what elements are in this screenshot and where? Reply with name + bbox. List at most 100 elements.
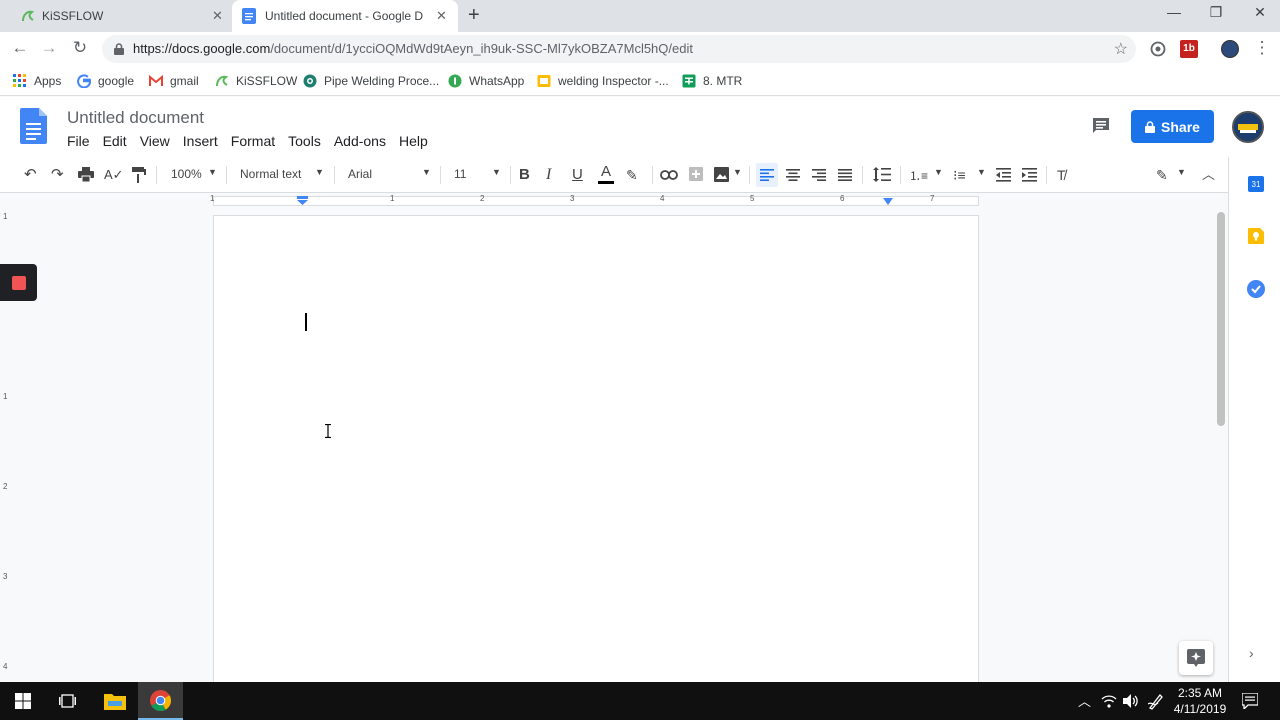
chevron-down-icon[interactable]: ▼ [1177,167,1186,177]
bookmark-apps[interactable]: Apps [13,72,61,90]
back-button[interactable]: ← [10,38,30,58]
menu-addons[interactable]: Add-ons [334,133,386,149]
text-color-button[interactable]: A [598,163,614,184]
undo-icon[interactable]: ↶ [24,166,37,184]
chevron-down-icon[interactable]: ▼ [977,167,986,177]
bulleted-list-icon[interactable]: ⁝≡ [953,166,966,184]
bookmark-mtr[interactable]: 8. MTR [682,72,742,90]
chevron-down-icon[interactable]: ▼ [208,167,217,177]
left-indent-marker-icon[interactable] [297,196,308,205]
windows-start-icon[interactable] [15,693,31,709]
menu-edit[interactable]: Edit [103,133,127,149]
calendar-icon[interactable]: 31 [1248,176,1264,192]
zoom-select[interactable]: 100% [171,167,202,181]
account-avatar[interactable] [1232,111,1264,143]
bookmark-star-icon[interactable]: ☆ [1114,39,1128,59]
align-left-button[interactable] [756,163,778,187]
ruler-number: 3 [3,572,8,581]
bookmark-kissflow[interactable]: KiSSFLOW [215,72,297,90]
chevron-down-icon[interactable]: ▼ [492,167,501,177]
link-icon[interactable] [660,170,678,180]
avatar-image [1234,113,1262,141]
highlight-color-icon[interactable]: ✎ [626,166,638,184]
wifi-icon[interactable] [1101,694,1117,708]
bookmark-gmail[interactable]: gmail [149,72,199,90]
task-view-icon[interactable] [59,693,76,709]
menu-file[interactable]: File [67,133,90,149]
notifications-icon[interactable] [1242,693,1258,709]
document-page[interactable] [213,215,979,685]
scrollbar-thumb[interactable] [1217,212,1225,426]
bookmark-pipe-welding[interactable]: Pipe Welding Proce... [303,72,439,90]
tasks-icon[interactable] [1247,280,1265,298]
numbered-list-icon[interactable]: ⒈≡ [909,167,928,185]
forward-button[interactable]: → [39,38,59,58]
pen-ink-icon[interactable] [1148,692,1164,710]
menu-tools[interactable]: Tools [288,133,321,149]
redo-icon[interactable]: ↷ [51,166,64,184]
italic-button[interactable]: I [546,166,551,184]
tab-kissflow[interactable]: KiSSFLOW ✕ [8,0,232,32]
line-spacing-icon[interactable] [873,167,891,182]
chevron-down-icon[interactable]: ▼ [315,167,324,177]
spellcheck-icon[interactable]: A✓ [104,166,124,184]
menu-view[interactable]: View [140,133,170,149]
address-bar[interactable]: https://docs.google.com/document/d/1ycci… [102,35,1136,63]
decrease-indent-icon[interactable] [996,168,1011,182]
bookmark-google[interactable]: google [77,72,134,90]
show-hidden-icons-icon[interactable]: ︿ [1078,691,1091,710]
keep-icon[interactable] [1248,228,1264,244]
chevron-down-icon[interactable]: ▼ [934,167,943,177]
close-tab-icon[interactable]: ✕ [212,8,223,24]
insert-image-icon[interactable] [714,167,729,182]
right-indent-marker-icon[interactable] [883,198,893,205]
expand-side-panel-icon[interactable]: › [1249,645,1254,661]
tab-google-docs[interactable]: Untitled document - Google Docs ✕ [232,0,458,32]
chrome-taskbar-button[interactable] [138,682,183,720]
align-center-icon[interactable] [786,169,800,181]
share-button[interactable]: Share [1131,110,1214,143]
add-comment-icon[interactable] [689,167,703,181]
extension-1b-icon[interactable]: 1b [1180,40,1198,58]
chevron-down-icon[interactable]: ▼ [733,167,742,177]
close-window-icon[interactable]: ✕ [1250,4,1270,21]
font-size-select[interactable]: 11 [454,167,466,181]
taskbar-clock[interactable]: 2:35 AM 4/11/2019 [1167,685,1233,717]
editing-mode-icon[interactable]: ✎ [1156,166,1168,184]
restore-icon[interactable]: ❐ [1206,4,1226,21]
style-select[interactable]: Normal text [240,167,301,181]
chevron-down-icon[interactable]: ▼ [422,167,431,177]
reload-button[interactable]: ↻ [70,38,90,58]
print-icon[interactable] [78,167,94,182]
explore-button[interactable] [1179,641,1213,675]
close-tab-icon[interactable]: ✕ [436,8,447,24]
menu-format[interactable]: Format [231,133,275,149]
paint-format-icon[interactable] [132,167,146,183]
comments-icon[interactable] [1091,116,1111,136]
minimize-icon[interactable]: — [1164,4,1184,20]
justify-icon[interactable] [838,169,852,181]
document-title[interactable]: Untitled document [67,108,204,128]
menu-insert[interactable]: Insert [183,133,218,149]
align-right-icon[interactable] [812,169,826,181]
bookmark-whatsapp[interactable]: WhatsApp [448,72,524,90]
docs-logo-icon[interactable] [20,108,47,144]
profile-avatar[interactable] [1221,40,1239,58]
collapse-menus-icon[interactable]: ︿ [1202,166,1215,184]
font-select[interactable]: Arial [348,167,372,181]
underline-button[interactable]: U [572,166,583,184]
extension-icon[interactable] [1149,40,1167,58]
increase-indent-icon[interactable] [1022,168,1037,182]
apps-grid-icon [13,74,26,87]
file-explorer-icon[interactable] [104,692,126,710]
chrome-menu-icon[interactable]: ⋮ [1252,38,1272,58]
bookmark-label: Apps [34,74,62,88]
new-tab-button[interactable]: + [468,4,480,26]
bookmark-welding-inspector[interactable]: welding Inspector -... [537,72,669,90]
screen-record-stop-button[interactable] [0,264,37,301]
volume-icon[interactable] [1123,694,1139,708]
menu-help[interactable]: Help [399,133,428,149]
bold-button[interactable]: B [519,166,530,184]
bookmark-label: 8. MTR [703,74,743,88]
clear-formatting-icon[interactable]: T̸ [1057,166,1066,184]
